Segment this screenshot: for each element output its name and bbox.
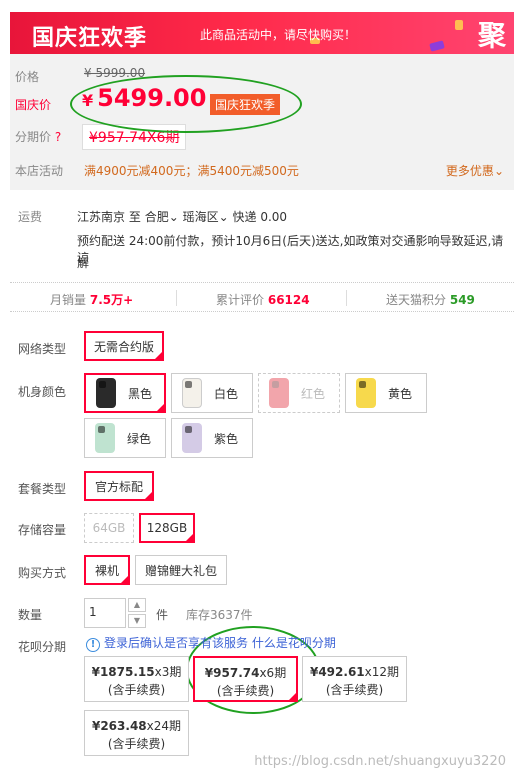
watermark: https://blog.csdn.net/shuangxuyu3220 <box>254 754 506 769</box>
option-color-purple[interactable]: 紫色 <box>171 418 253 458</box>
option-network-no-contract[interactable]: 无需合约版 <box>84 331 164 361</box>
chevron-down-icon: ⌄ <box>218 210 229 224</box>
option-color-black[interactable]: 黑色 <box>84 373 166 413</box>
phone-thumbnail-icon <box>176 377 206 409</box>
installment-periods: x12期 <box>364 665 400 679</box>
package-type-label: 套餐类型 <box>18 482 67 496</box>
chevron-down-icon: ⌄ <box>168 210 179 224</box>
price-label: 价格 <box>15 70 40 84</box>
shipping-route: 江苏南京 至 合肥⌄ 瑶海区⌄ 快递 0.00 <box>77 208 287 225</box>
chevron-down-icon: ⌄ <box>493 164 504 178</box>
confetti-decoration <box>455 20 463 30</box>
color-name: 黑色 <box>128 386 153 401</box>
tmall-points: 送天猫积分 549 <box>386 291 475 308</box>
huabei-login-hint[interactable]: 登录后确认是否享有该服务 <box>104 636 248 650</box>
installment-amount: ¥1875.15 <box>91 665 155 679</box>
promo-banner: 国庆狂欢季 此商品活动中，请尽快购买！ 聚 <box>10 12 514 54</box>
monthly-sales: 月销量 7.5万+ <box>50 291 133 308</box>
stock-count: 库存3637件 <box>186 608 253 622</box>
info-icon: ! <box>86 638 100 652</box>
installment-fee: (含手续费) <box>216 684 275 698</box>
quantity-input[interactable]: 1 <box>84 598 126 628</box>
installment-price-label: 分期价 ? <box>15 128 61 145</box>
ju-badge: 聚 <box>477 19 506 52</box>
ship-city: 合肥 <box>144 210 169 224</box>
color-label: 机身颜色 <box>18 385 67 399</box>
quantity-label: 数量 <box>18 608 43 622</box>
installment-option-6[interactable]: ¥957.74x6期 (含手续费) <box>193 656 298 702</box>
installment-amount: ¥957.74 <box>204 666 260 680</box>
huabei-label: 花呗分期 <box>18 640 67 654</box>
delivery-note-line1: 预约配送 24:00前付款，预计10月6日(后天)送达,如政策对交通影响导致延迟… <box>77 234 504 265</box>
option-storage-64gb[interactable]: 64GB <box>84 513 134 543</box>
installment-periods: x24期 <box>146 719 182 733</box>
option-package-official[interactable]: 官方标配 <box>84 471 154 501</box>
installment-periods: x6期 <box>259 666 287 680</box>
decrement-icon[interactable]: ▼ <box>128 614 146 628</box>
reviews-value: 66124 <box>267 293 310 307</box>
quantity-unit: 件 <box>156 608 169 622</box>
ship-district: 瑶海区 <box>182 210 219 224</box>
phone-thumbnail-icon <box>176 422 206 454</box>
district-selector[interactable]: 瑶海区⌄ <box>183 210 229 224</box>
monthly-sales-label: 月销量 <box>50 293 87 307</box>
storage-label: 存储容量 <box>18 523 67 537</box>
installment-option-12[interactable]: ¥492.61x12期 (含手续费) <box>302 656 407 702</box>
more-offers-text: 更多优惠 <box>445 164 494 178</box>
divider <box>176 290 177 306</box>
option-color-yellow[interactable]: 黄色 <box>345 373 427 413</box>
installment-amount: ¥263.48 <box>91 719 147 733</box>
ship-from: 江苏南京 <box>77 210 126 224</box>
installment-fee: (含手续费) <box>107 683 166 697</box>
installment-periods: x3期 <box>154 665 182 679</box>
points-label: 送天猫积分 <box>386 293 447 307</box>
phone-thumbnail-icon <box>263 377 293 409</box>
installment-option-24[interactable]: ¥263.48x24期 (含手续费) <box>84 710 189 756</box>
ship-to-word: 至 <box>128 210 141 224</box>
color-name: 黄色 <box>388 386 413 401</box>
ship-method: 快递 0.00 <box>232 210 288 224</box>
increment-icon[interactable]: ▲ <box>128 598 146 612</box>
option-purchase-gift-pack[interactable]: 赠锦鲤大礼包 <box>135 555 227 585</box>
divider <box>346 290 347 306</box>
monthly-sales-value: 7.5万+ <box>89 293 134 307</box>
total-reviews[interactable]: 累计评价 66124 <box>216 291 310 308</box>
phone-thumbnail-icon <box>89 422 119 454</box>
reviews-label: 累计评价 <box>216 293 265 307</box>
installment-fee: (含手续费) <box>107 737 166 751</box>
option-color-white[interactable]: 白色 <box>171 373 253 413</box>
huabei-info: ! 登录后确认是否享有该服务 什么是花呗分期 <box>86 634 336 652</box>
sales-stats: 月销量 7.5万+ 累计评价 66124 送天猫积分 549 <box>10 282 514 312</box>
installment-label-text: 分期价 <box>15 130 52 144</box>
installment-option-3[interactable]: ¥1875.15x3期 (含手续费) <box>84 656 189 702</box>
store-promo-label: 本店活动 <box>15 164 64 178</box>
purchase-method-label: 购买方式 <box>18 566 67 580</box>
option-color-green[interactable]: 绿色 <box>84 418 166 458</box>
more-offers-link[interactable]: 更多优惠⌄ <box>446 162 504 179</box>
option-storage-128gb[interactable]: 128GB <box>139 513 195 543</box>
promo-price-label: 国庆价 <box>15 98 52 112</box>
shipping-label: 运费 <box>18 210 43 224</box>
network-type-label: 网络类型 <box>18 342 67 356</box>
banner-title: 国庆狂欢季 <box>32 26 148 51</box>
installment-fee: (含手续费) <box>325 683 384 697</box>
delivery-note-line2: 解 <box>77 256 90 270</box>
question-icon[interactable]: ? <box>55 130 61 144</box>
points-value: 549 <box>449 293 475 307</box>
huabei-help-link[interactable]: 什么是花呗分期 <box>252 636 336 650</box>
option-purchase-bare[interactable]: 裸机 <box>84 555 130 585</box>
annotation-ellipse <box>70 75 302 133</box>
phone-thumbnail-icon <box>90 377 120 409</box>
phone-thumbnail-icon <box>350 377 380 409</box>
banner-message: 此商品活动中，请尽快购买！ <box>200 28 357 42</box>
store-promo-text: 满4900元减400元；满5400元减500元 <box>84 164 299 178</box>
option-color-red[interactable]: 红色 <box>258 373 340 413</box>
color-name: 紫色 <box>214 431 239 446</box>
color-name: 绿色 <box>127 431 152 446</box>
installment-amount: ¥492.61 <box>309 665 365 679</box>
city-selector[interactable]: 合肥⌄ <box>145 210 179 224</box>
confetti-decoration <box>429 40 445 52</box>
color-name: 红色 <box>301 386 326 401</box>
color-name: 白色 <box>214 386 239 401</box>
